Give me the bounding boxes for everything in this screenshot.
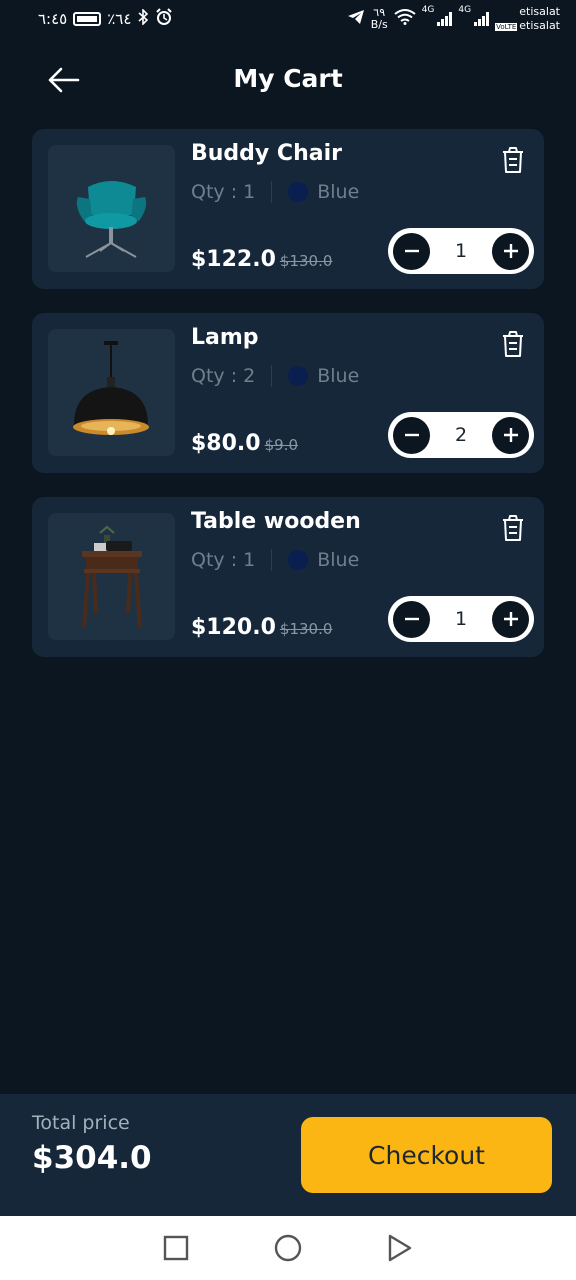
meta-divider (271, 549, 273, 571)
price: $120.0 (191, 615, 276, 640)
alarm-icon (155, 8, 173, 30)
quantity-value: 1 (454, 240, 468, 262)
trash-icon (503, 147, 523, 173)
total-price-value: $304.0 (32, 1140, 152, 1176)
telegram-icon (347, 9, 365, 29)
price: $80.0 (191, 431, 261, 456)
color-name: Blue (317, 181, 360, 203)
product-image-chair (48, 145, 175, 272)
total-price-label: Total price (32, 1112, 130, 1134)
plus-icon (503, 612, 518, 626)
qty-label: Qty : 1 (191, 181, 256, 203)
decrease-button[interactable] (393, 416, 430, 454)
signal-icon-1 (437, 12, 453, 26)
cart-item: Buddy Chair Qty : 1 Blue $122.0 $130.0 1 (32, 129, 544, 289)
color-name: Blue (317, 549, 360, 571)
old-price: $130.0 (279, 252, 333, 270)
meta-divider (271, 181, 273, 203)
decrease-button[interactable] (393, 600, 430, 638)
decrease-button[interactable] (393, 232, 430, 270)
product-meta: Qty : 2 Blue (191, 365, 359, 387)
price: $122.0 (191, 247, 276, 272)
price-row: $120.0 $130.0 (191, 615, 332, 640)
status-left: ٦:٤٥ ٪٦٤ (38, 8, 173, 30)
cart-list: Buddy Chair Qty : 1 Blue $122.0 $130.0 1… (32, 129, 544, 681)
carrier-2: etisalat (519, 18, 560, 32)
delete-item-button[interactable] (498, 329, 528, 359)
price-row: $122.0 $130.0 (191, 247, 332, 272)
status-bar: ٦:٤٥ ٪٦٤ ٦٩ B/s 4G 4G etisalat VoLTE eti… (0, 0, 576, 38)
checkout-footer: Total price $304.0 Checkout (0, 1094, 576, 1216)
trash-icon (503, 331, 523, 357)
triangle-icon (388, 1234, 412, 1262)
quantity-stepper: 1 (388, 596, 534, 642)
bluetooth-icon (137, 8, 149, 29)
status-right: ٦٩ B/s 4G 4G etisalat VoLTE etisalat (347, 5, 560, 34)
increase-button[interactable] (492, 416, 529, 454)
color-swatch (288, 550, 309, 570)
old-price: $9.0 (264, 436, 298, 454)
delete-item-button[interactable] (498, 145, 528, 175)
old-price: $130.0 (279, 620, 333, 638)
battery-icon (73, 12, 102, 26)
trash-icon (503, 515, 523, 541)
signal-icon-2 (474, 12, 490, 26)
product-meta: Qty : 1 Blue (191, 549, 359, 571)
minus-icon (404, 433, 419, 437)
network-type-2: 4G (458, 4, 472, 15)
quantity-stepper: 1 (388, 228, 534, 274)
minus-icon (404, 617, 419, 621)
quantity-value: 1 (454, 608, 468, 630)
home-button[interactable] (273, 1233, 303, 1263)
product-meta: Qty : 1 Blue (191, 181, 359, 203)
color-swatch (288, 366, 309, 386)
meta-divider (271, 365, 273, 387)
product-name: Lamp (191, 325, 259, 350)
product-image-lamp (48, 329, 175, 456)
price-row: $80.0 $9.0 (191, 431, 298, 456)
color-name: Blue (317, 365, 360, 387)
color-swatch (288, 182, 309, 202)
net-speed: ٦٩ B/s (371, 7, 388, 31)
volte-badge: VoLTE (495, 22, 518, 31)
product-name: Table wooden (191, 509, 361, 534)
qty-label: Qty : 1 (191, 549, 256, 571)
net-speed-unit: B/s (370, 18, 388, 31)
carrier-1: etisalat (519, 4, 560, 18)
cart-item: Lamp Qty : 2 Blue $80.0 $9.0 2 (32, 313, 544, 473)
carrier-names: etisalat VoLTE etisalat (495, 5, 560, 34)
plus-icon (503, 428, 518, 442)
battery-percent: ٪٦٤ (107, 10, 132, 28)
cart-item: Table wooden Qty : 1 Blue $120.0 $130.0 (32, 497, 544, 657)
qty-label: Qty : 2 (191, 365, 256, 387)
status-time: ٦:٤٥ (38, 10, 68, 28)
circle-icon (274, 1234, 302, 1262)
network-type-1: 4G (421, 4, 435, 15)
plus-icon (503, 244, 518, 258)
system-nav-bar (0, 1216, 576, 1280)
increase-button[interactable] (492, 600, 529, 638)
product-name: Buddy Chair (191, 141, 342, 166)
recents-button[interactable] (161, 1233, 191, 1263)
app-header: My Cart (0, 38, 576, 122)
increase-button[interactable] (492, 232, 529, 270)
cart-screen: ٦:٤٥ ٪٦٤ ٦٩ B/s 4G 4G etisalat VoLTE eti… (0, 0, 576, 1280)
quantity-value: 2 (454, 424, 468, 446)
quantity-stepper: 2 (388, 412, 534, 458)
delete-item-button[interactable] (498, 513, 528, 543)
wifi-icon (394, 9, 416, 29)
back-nav-button[interactable] (385, 1233, 415, 1263)
product-image-table (48, 513, 175, 640)
square-icon (163, 1235, 189, 1261)
page-title: My Cart (233, 64, 343, 93)
minus-icon (404, 249, 419, 253)
checkout-button[interactable]: Checkout (301, 1117, 552, 1193)
